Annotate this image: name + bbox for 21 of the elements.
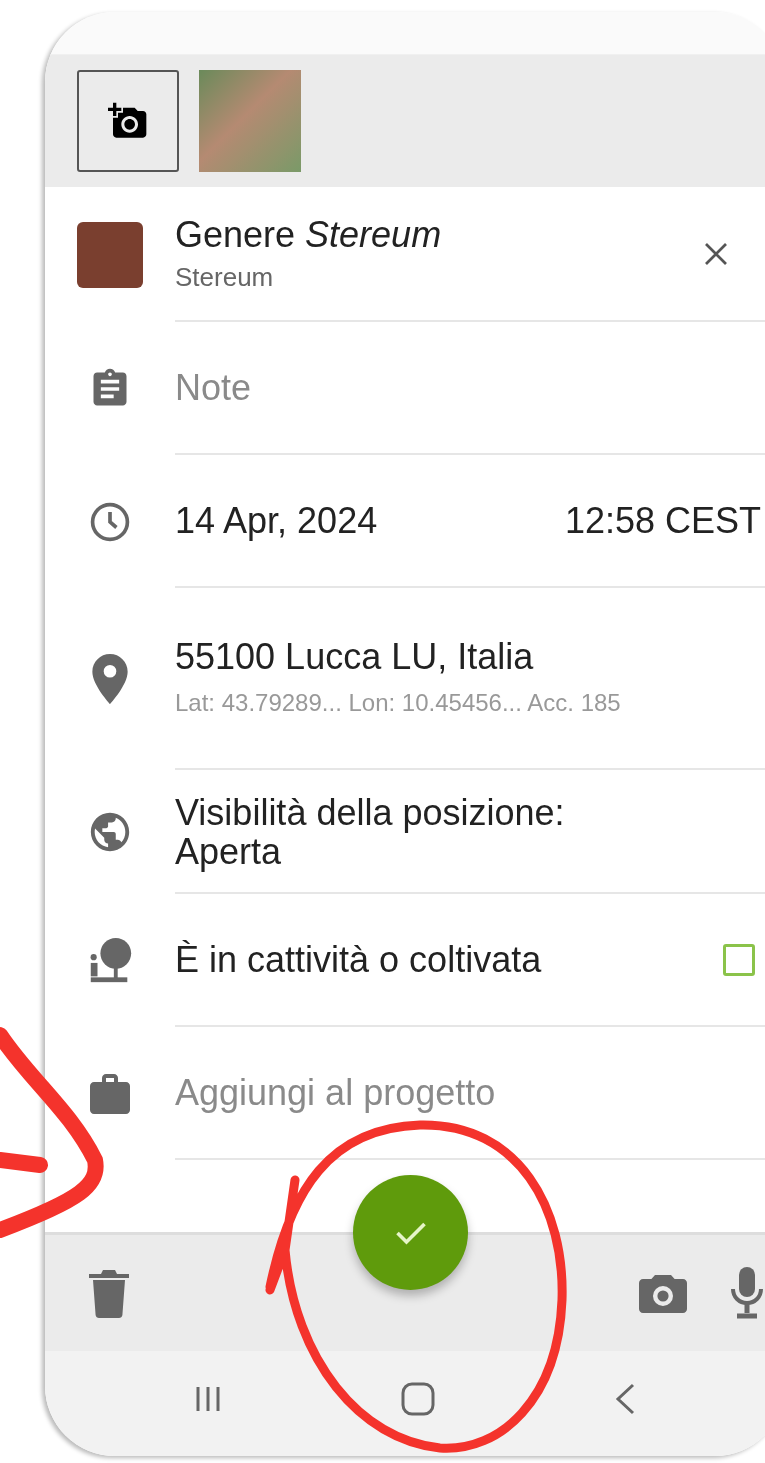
time-value[interactable]: 12:58 CEST [564, 499, 761, 542]
camera-icon[interactable] [639, 1273, 687, 1313]
taxon-common-name: Stereum [175, 262, 275, 293]
notes-field[interactable]: Note [175, 366, 761, 409]
confirm-button[interactable] [353, 1175, 468, 1290]
trash-icon[interactable] [89, 1268, 129, 1318]
captive-label: È in cattività o coltivata [175, 938, 542, 981]
captive-checkbox[interactable] [723, 943, 755, 976]
project-field[interactable]: Aggiungi al progetto [175, 1071, 761, 1114]
home-icon[interactable] [400, 1380, 436, 1417]
location-name[interactable]: 55100 Lucca LU, Italia [175, 635, 534, 678]
microphone-icon[interactable] [731, 1267, 763, 1319]
taxon-name: Genere Stereum [175, 214, 443, 256]
visibility-value[interactable]: Aperta [175, 834, 282, 870]
visibility-label[interactable]: Visibilità della posizione: [175, 792, 565, 834]
date-value[interactable]: 14 Apr, 2024 [175, 499, 378, 542]
photo-placeholder [77, 221, 143, 288]
location-coordinates: Lat: 43.79289... Lon: 10.45456... Acc. 185 [175, 687, 621, 718]
add-camera-icon [108, 101, 148, 141]
add-photo-button[interactable] [77, 70, 179, 172]
location-pin-icon [92, 654, 128, 704]
